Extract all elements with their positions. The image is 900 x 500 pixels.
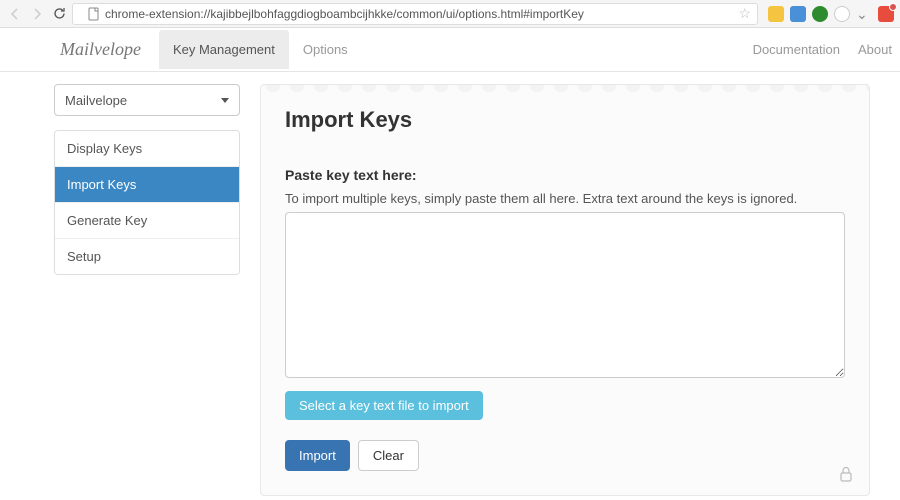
main-panel: Import Keys Paste key text here: To impo… bbox=[260, 84, 870, 496]
help-text: To import multiple keys, simply paste th… bbox=[285, 191, 845, 206]
app-navbar: Mailvelope Key Management Options Docume… bbox=[0, 28, 900, 72]
sidebar-menu: Display Keys Import Keys Generate Key Se… bbox=[54, 130, 240, 275]
ext-icon-2[interactable] bbox=[790, 6, 806, 22]
ext-icon-4[interactable] bbox=[834, 6, 850, 22]
ext-icon-5[interactable] bbox=[878, 6, 894, 22]
paste-key-label: Paste key text here: bbox=[285, 167, 845, 183]
keyring-select-label: Mailvelope bbox=[65, 93, 127, 108]
lock-icon bbox=[839, 466, 853, 487]
clear-button[interactable]: Clear bbox=[358, 440, 419, 471]
url-text: chrome-extension://kajibbejlbohfaggdiogb… bbox=[105, 7, 734, 21]
browser-toolbar: chrome-extension://kajibbejlbohfaggdiogb… bbox=[0, 0, 900, 28]
tab-options[interactable]: Options bbox=[289, 30, 362, 69]
select-file-button[interactable]: Select a key text file to import bbox=[285, 391, 483, 420]
sidebar: Mailvelope Display Keys Import Keys Gene… bbox=[54, 84, 240, 496]
nav-link-documentation[interactable]: Documentation bbox=[753, 42, 840, 57]
ext-icon-1[interactable] bbox=[768, 6, 784, 22]
keyring-select[interactable]: Mailvelope bbox=[54, 84, 240, 116]
tab-key-management[interactable]: Key Management bbox=[159, 30, 289, 69]
import-button[interactable]: Import bbox=[285, 440, 350, 471]
caret-down-icon bbox=[221, 98, 229, 103]
brand-logo[interactable]: Mailvelope bbox=[60, 39, 141, 60]
bookmark-star-icon[interactable]: ☆ bbox=[738, 5, 751, 22]
page-title: Import Keys bbox=[285, 107, 845, 133]
pocket-icon[interactable]: ⌄ bbox=[856, 6, 872, 22]
ext-icon-3[interactable] bbox=[812, 6, 828, 22]
content-container: Mailvelope Display Keys Import Keys Gene… bbox=[0, 72, 900, 496]
address-bar[interactable]: chrome-extension://kajibbejlbohfaggdiogb… bbox=[72, 3, 758, 25]
forward-button[interactable] bbox=[28, 5, 46, 23]
reload-button[interactable] bbox=[50, 5, 68, 23]
sidebar-item-display-keys[interactable]: Display Keys bbox=[55, 131, 239, 167]
page-icon bbox=[87, 7, 101, 21]
sidebar-item-import-keys[interactable]: Import Keys bbox=[55, 167, 239, 203]
sidebar-item-setup[interactable]: Setup bbox=[55, 239, 239, 274]
back-button[interactable] bbox=[6, 5, 24, 23]
extension-icons: ⌄ bbox=[768, 6, 894, 22]
key-text-input[interactable] bbox=[285, 212, 845, 378]
nav-link-about[interactable]: About bbox=[858, 42, 892, 57]
sidebar-item-generate-key[interactable]: Generate Key bbox=[55, 203, 239, 239]
